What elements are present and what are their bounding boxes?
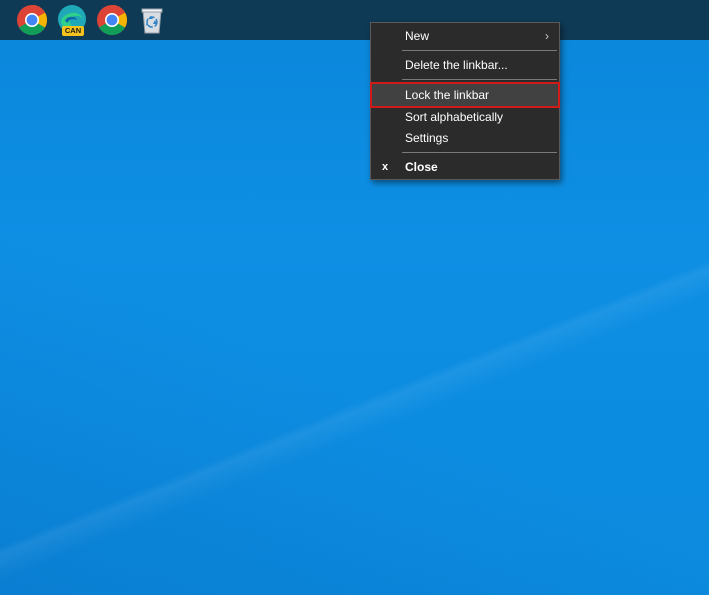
menu-item-close[interactable]: x Close (371, 156, 559, 178)
chrome-icon (17, 4, 48, 36)
menu-item-label: New (405, 29, 430, 43)
menu-item-lock-linkbar[interactable]: Lock the linkbar (370, 82, 560, 108)
canary-badge: CAN (62, 26, 84, 36)
recycle-bin-shortcut[interactable] (136, 4, 168, 36)
chrome-shortcut-2[interactable] (96, 4, 128, 36)
menu-separator (402, 152, 557, 153)
menu-item-label: Close (405, 160, 438, 174)
desktop-background: CAN New › Delete the linkbar... Lock the… (0, 0, 709, 595)
chrome-shortcut-1[interactable] (16, 4, 48, 36)
close-icon: x (382, 161, 389, 173)
edge-canary-shortcut[interactable]: CAN (56, 4, 88, 36)
menu-item-new[interactable]: New › (371, 25, 559, 47)
menu-item-label: Lock the linkbar (405, 88, 490, 102)
menu-item-sort-alphabetically[interactable]: Sort alphabetically (371, 106, 559, 128)
menu-item-label: Settings (405, 131, 449, 145)
chrome-icon (97, 4, 128, 36)
menu-separator (402, 79, 557, 80)
linkbar: CAN (0, 0, 709, 40)
linkbar-context-menu: New › Delete the linkbar... Lock the lin… (370, 22, 560, 180)
menu-item-label: Sort alphabetically (405, 110, 504, 124)
menu-item-delete-linkbar[interactable]: Delete the linkbar... (371, 54, 559, 76)
chevron-right-icon: › (545, 29, 549, 43)
menu-separator (402, 50, 557, 51)
menu-item-settings[interactable]: Settings (371, 127, 559, 149)
recycle-bin-icon (141, 8, 163, 34)
menu-item-label: Delete the linkbar... (405, 58, 508, 72)
